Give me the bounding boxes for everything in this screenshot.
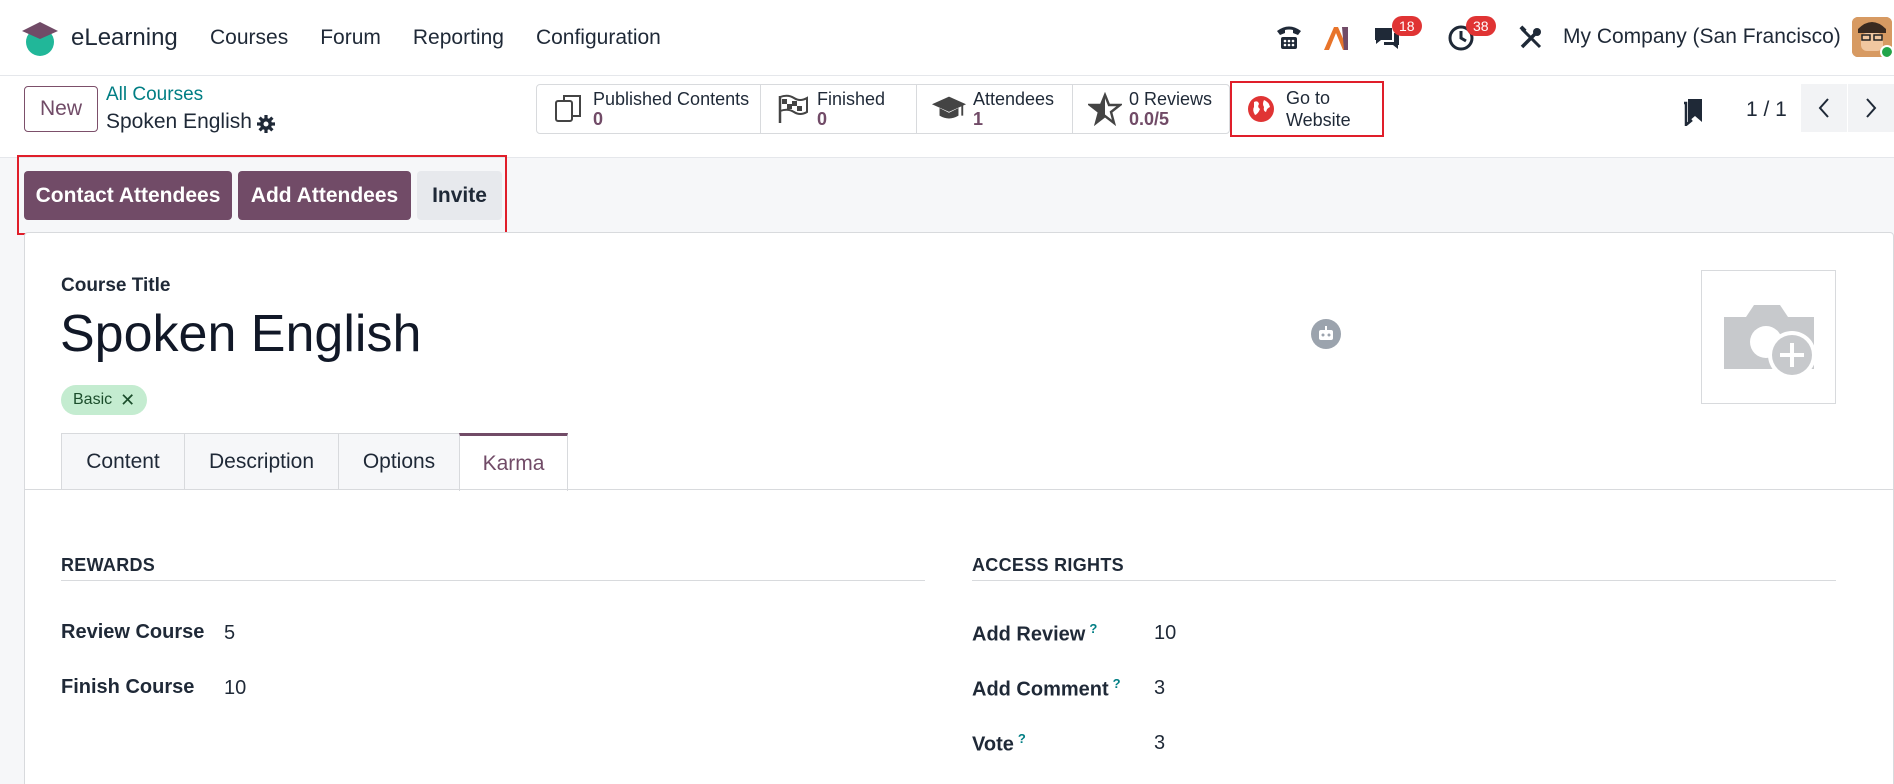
add-attendees-button[interactable]: Add Attendees	[238, 171, 411, 220]
chevron-right-icon	[1866, 98, 1877, 118]
gear-icon[interactable]	[256, 114, 276, 139]
contact-attendees-button[interactable]: Contact Attendees	[24, 171, 232, 220]
review-course-label: Review Course	[61, 621, 205, 643]
camera-add-icon	[1723, 305, 1816, 379]
course-image-upload[interactable]	[1701, 270, 1836, 404]
course-title-label: Course Title	[61, 275, 171, 296]
invite-button[interactable]: Invite	[417, 171, 502, 220]
company-switcher[interactable]: My Company (San Francisco)	[1563, 25, 1841, 49]
ai-icon[interactable]	[1320, 18, 1354, 58]
notebook-tabs: Content Description Options Karma	[61, 433, 568, 491]
elearning-logo-icon[interactable]	[20, 18, 60, 58]
help-tooltip-icon[interactable]: ?	[1113, 676, 1121, 691]
tabs-divider	[25, 489, 1893, 490]
graduation-cap-icon	[931, 91, 967, 127]
documents-icon	[551, 91, 587, 127]
vote-label: Vote?	[972, 731, 1026, 756]
go-to-website-button[interactable]: Go to Website	[1230, 81, 1384, 137]
checkered-flag-icon	[775, 91, 811, 127]
chevron-left-icon	[1818, 98, 1829, 118]
activity-badge: 38	[1466, 16, 1496, 36]
online-status-dot	[1880, 45, 1892, 57]
breadcrumb-all-courses[interactable]: All Courses	[106, 84, 203, 106]
add-comment-value[interactable]: 3	[1154, 677, 1165, 700]
remove-tag-icon[interactable]: ✕	[120, 390, 135, 411]
pager-previous-button[interactable]	[1801, 84, 1847, 132]
menu-configuration[interactable]: Configuration	[536, 26, 661, 50]
tab-description[interactable]: Description	[184, 433, 339, 490]
rewards-divider	[61, 580, 925, 581]
access-rights-section-title: ACCESS RIGHTS	[972, 555, 1124, 575]
add-comment-label: Add Comment?	[972, 676, 1121, 701]
activity-clock-icon[interactable]: 38	[1444, 16, 1496, 58]
control-panel: New All Courses Spoken English Published…	[0, 76, 1894, 158]
bookmark-icon[interactable]	[1682, 98, 1704, 131]
pager-next-button[interactable]	[1848, 84, 1894, 132]
user-avatar[interactable]	[1852, 17, 1892, 57]
tab-options[interactable]: Options	[338, 433, 460, 490]
access-rights-divider	[972, 580, 1836, 581]
main-menu: Courses Forum Reporting Configuration	[210, 26, 661, 50]
add-review-label: Add Review?	[972, 621, 1098, 646]
course-title-field[interactable]: Spoken English	[60, 304, 421, 364]
finish-course-value[interactable]: 10	[224, 677, 246, 700]
chat-icon[interactable]: 18	[1370, 16, 1422, 58]
tag-badge: Basic ✕	[61, 385, 148, 415]
smart-buttons: Published Contents 0 Finished 0 Attendees 1…	[536, 84, 1230, 134]
pager-value[interactable]: 1 / 1	[1746, 98, 1787, 122]
menu-reporting[interactable]: Reporting	[413, 26, 504, 50]
top-navbar: eLearning Courses Forum Reporting Config…	[0, 0, 1894, 76]
tab-content[interactable]: Content	[61, 433, 185, 490]
stat-attendees[interactable]: Attendees 1	[917, 85, 1073, 133]
app-name[interactable]: eLearning	[71, 24, 178, 52]
review-course-value[interactable]: 5	[224, 622, 235, 645]
stat-finished[interactable]: Finished 0	[761, 85, 917, 133]
help-tooltip-icon[interactable]: ?	[1089, 621, 1097, 636]
finish-course-label: Finish Course	[61, 676, 195, 698]
tab-karma[interactable]: Karma	[459, 433, 568, 491]
vote-value[interactable]: 3	[1154, 732, 1165, 755]
menu-forum[interactable]: Forum	[320, 26, 381, 50]
tag-label: Basic	[73, 391, 113, 408]
breadcrumb-current: Spoken English	[106, 110, 252, 133]
menu-courses[interactable]: Courses	[210, 26, 288, 50]
ai-robot-icon[interactable]	[1311, 319, 1341, 349]
add-review-value[interactable]: 10	[1154, 622, 1176, 645]
help-tooltip-icon[interactable]: ?	[1018, 731, 1026, 746]
stat-reviews[interactable]: 0 Reviews 0.0/5	[1073, 85, 1229, 133]
tools-icon[interactable]	[1514, 18, 1548, 58]
new-button[interactable]: New	[24, 86, 98, 132]
globe-icon	[1248, 96, 1274, 122]
phone-icon[interactable]	[1272, 18, 1306, 58]
star-icon	[1087, 91, 1123, 127]
stat-published-contents[interactable]: Published Contents 0	[537, 85, 761, 133]
rewards-section-title: REWARDS	[61, 555, 156, 575]
chat-badge: 18	[1392, 16, 1422, 36]
